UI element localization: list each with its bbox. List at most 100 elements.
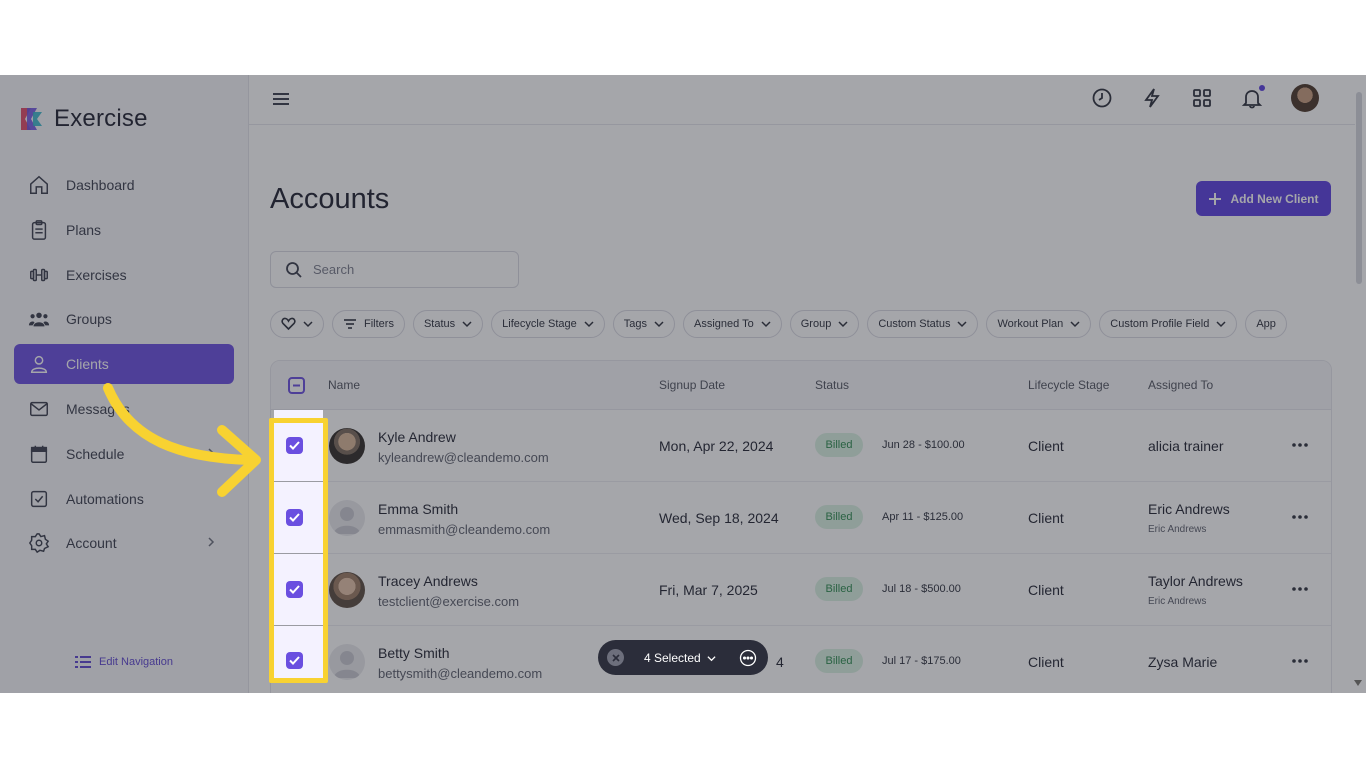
assigned-to: alicia trainer — [1148, 438, 1224, 454]
table-row[interactable]: Kyle Andrew kyleandrew@cleandemo.com Mon… — [271, 410, 1331, 482]
table-row[interactable]: Tracey Andrews testclient@exercise.com F… — [271, 554, 1331, 626]
billing-info: Jul 17 - $175.00 — [882, 655, 961, 667]
chevron-down-icon — [761, 321, 771, 328]
sidebar-item-account[interactable]: Account — [14, 523, 234, 563]
favorites-filter[interactable] — [270, 310, 324, 338]
app-filter[interactable]: App — [1245, 310, 1287, 338]
filter-label: Workout Plan — [997, 318, 1064, 330]
column-header-status[interactable]: Status — [815, 378, 849, 392]
column-header-signup-date[interactable]: Signup Date — [659, 378, 725, 392]
client-email: kyleandrew@cleandemo.com — [378, 450, 549, 465]
client-avatar — [329, 428, 365, 464]
signup-date: Mon, Apr 22, 2024 — [659, 438, 774, 454]
sidebar-nav: Dashboard Plans Exercises Groups Clients… — [14, 165, 234, 568]
logo[interactable]: Exercise — [18, 105, 148, 133]
filter-label: Group — [800, 318, 832, 330]
assigned-to-secondary: Eric Andrews — [1148, 596, 1207, 607]
chevron-down-icon — [462, 321, 472, 328]
clients-table: Name Signup Date Status Lifecycle Stage … — [270, 360, 1332, 693]
checkbox-icon — [30, 490, 48, 507]
group-filter[interactable]: Group — [789, 310, 860, 338]
avatar[interactable] — [1291, 84, 1319, 112]
more-options-icon[interactable] — [1292, 651, 1308, 676]
menu-icon[interactable] — [271, 89, 291, 114]
clock-icon[interactable] — [1091, 87, 1113, 109]
bulk-action-bar: 4 Selected — [598, 640, 768, 675]
filter-bar: Filters Status Lifecycle Stage Tags Assi… — [270, 310, 1366, 338]
search-input[interactable] — [313, 262, 503, 277]
sidebar-item-label: Account — [66, 535, 117, 552]
sidebar-item-dashboard[interactable]: Dashboard — [14, 165, 234, 205]
chevron-right-icon — [208, 537, 215, 547]
column-header-lifecycle-stage[interactable]: Lifecycle Stage — [1028, 378, 1109, 392]
users-icon — [28, 312, 50, 327]
assigned-to: Zysa Marie — [1148, 654, 1218, 670]
scrollbar-thumb[interactable] — [1356, 92, 1362, 284]
more-options-icon[interactable] — [1292, 507, 1308, 532]
pointer-arrow-icon — [103, 383, 261, 497]
sidebar-item-label: Clients — [66, 356, 109, 373]
chevron-down-icon — [838, 321, 848, 328]
lightning-icon[interactable] — [1141, 87, 1163, 109]
filter-label: Custom Profile Field — [1110, 318, 1210, 330]
assigned-to-filter[interactable]: Assigned To — [683, 310, 782, 338]
status-filter[interactable]: Status — [412, 310, 484, 338]
tags-filter[interactable]: Tags — [612, 310, 675, 338]
client-email: bettysmith@cleandemo.com — [378, 666, 543, 681]
billing-info: Jun 28 - $100.00 — [882, 439, 965, 451]
filters-button[interactable]: Filters — [332, 310, 405, 338]
user-icon — [30, 356, 48, 374]
scroll-down-arrow[interactable] — [1354, 680, 1362, 686]
more-options-icon[interactable] — [1292, 579, 1308, 604]
add-new-client-label: Add New Client — [1230, 191, 1319, 206]
bell-icon[interactable] — [1241, 85, 1265, 109]
client-name[interactable]: Tracey Andrews — [378, 573, 478, 589]
lifecycle-stage-filter[interactable]: Lifecycle Stage — [491, 310, 605, 338]
person-placeholder-icon — [334, 651, 360, 678]
billing-info: Jul 18 - $500.00 — [882, 583, 961, 595]
status-badge: Billed — [815, 649, 863, 673]
filter-label: Custom Status — [878, 318, 951, 330]
chevron-down-icon — [584, 321, 594, 328]
workout-plan-filter[interactable]: Workout Plan — [986, 310, 1092, 338]
sidebar-item-exercises[interactable]: Exercises — [14, 255, 234, 295]
assigned-to: Taylor Andrews — [1148, 573, 1243, 589]
calendar-icon — [30, 445, 48, 463]
app-name: Exercise — [54, 105, 148, 132]
edit-navigation-link[interactable]: Edit Navigation — [75, 655, 173, 669]
custom-status-filter[interactable]: Custom Status — [867, 310, 979, 338]
selected-count-dropdown[interactable]: 4 Selected — [644, 651, 716, 665]
table-row[interactable]: Emma Smith emmasmith@cleandemo.com Wed, … — [271, 482, 1331, 554]
billing-info: Apr 11 - $125.00 — [882, 511, 964, 523]
more-actions-icon[interactable] — [739, 649, 757, 670]
table-row[interactable]: Betty Smith bettysmith@cleandemo.com 4 B… — [271, 626, 1331, 693]
gear-icon — [28, 533, 50, 554]
sidebar-item-groups[interactable]: Groups — [14, 299, 234, 339]
column-header-assigned-to[interactable]: Assigned To — [1148, 378, 1213, 392]
lifecycle-stage: Client — [1028, 654, 1064, 670]
chevron-down-icon — [1216, 321, 1226, 328]
client-name[interactable]: Betty Smith — [378, 645, 450, 661]
column-header-name[interactable]: Name — [328, 378, 360, 392]
main-content: Accounts Add New Client Filters Status L… — [249, 75, 1366, 693]
select-all-checkbox[interactable] — [288, 377, 305, 394]
grid-icon[interactable] — [1191, 87, 1213, 109]
clear-selection-icon[interactable] — [607, 649, 624, 666]
top-bar — [249, 75, 1355, 125]
add-new-client-button[interactable]: Add New Client — [1196, 181, 1331, 216]
custom-profile-field-filter[interactable]: Custom Profile Field — [1099, 310, 1238, 338]
chevron-down-icon — [707, 655, 716, 661]
table-header: Name Signup Date Status Lifecycle Stage … — [271, 361, 1331, 410]
client-name[interactable]: Emma Smith — [378, 501, 458, 517]
assigned-to: Eric Andrews — [1148, 501, 1230, 517]
sidebar-item-plans[interactable]: Plans — [14, 210, 234, 250]
more-options-icon[interactable] — [1292, 435, 1308, 460]
sidebar-item-clients[interactable]: Clients — [14, 344, 234, 385]
person-placeholder-icon — [334, 507, 360, 534]
client-name[interactable]: Kyle Andrew — [378, 429, 456, 445]
lifecycle-stage: Client — [1028, 510, 1064, 526]
highlight-box — [269, 418, 328, 683]
sidebar-item-label: Plans — [66, 221, 102, 238]
status-badge: Billed — [815, 505, 863, 529]
chevron-down-icon — [654, 321, 664, 328]
